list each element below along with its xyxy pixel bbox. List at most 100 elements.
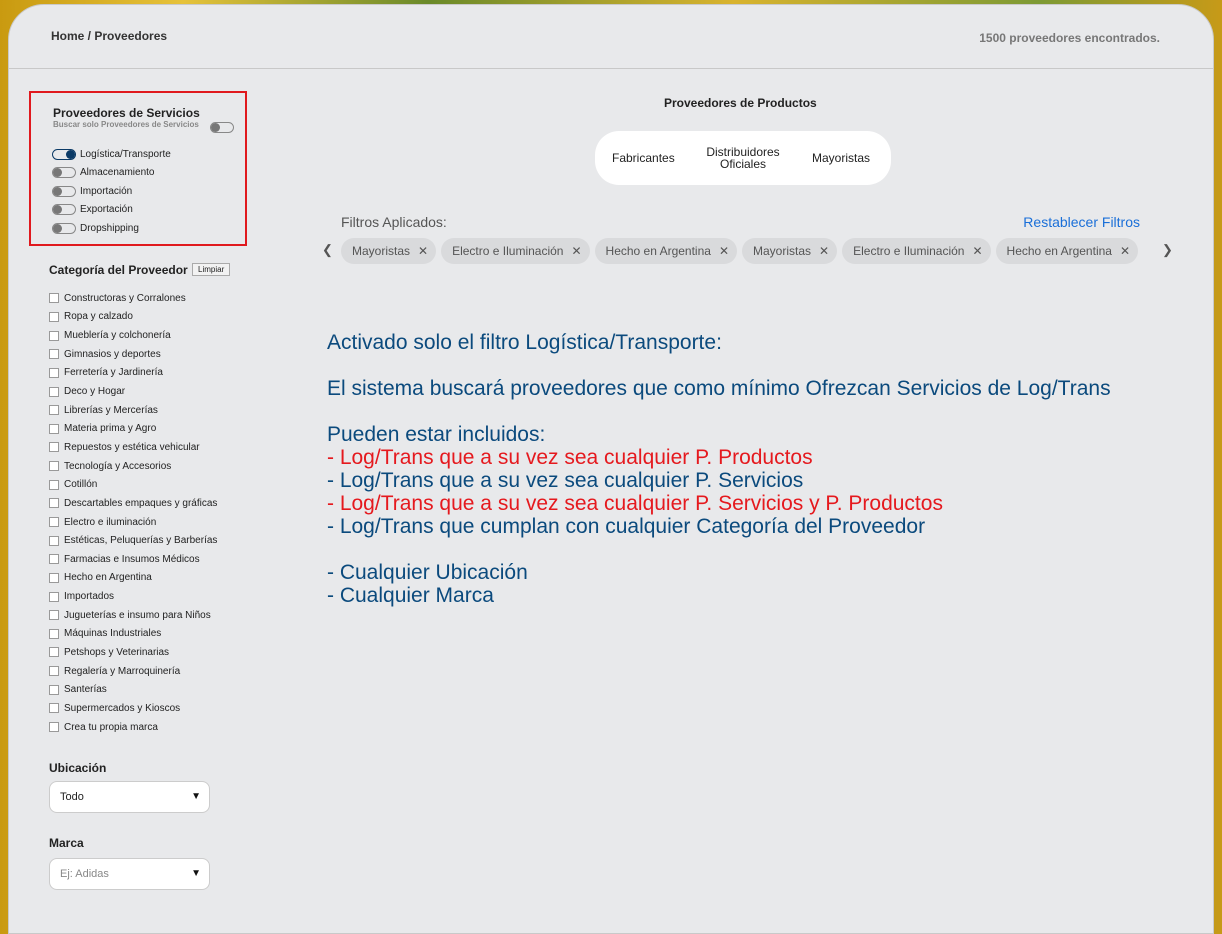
category-checkbox[interactable] bbox=[49, 554, 59, 565]
category-item[interactable]: Máquinas Industriales bbox=[49, 625, 217, 644]
location-title: Ubicación bbox=[49, 761, 107, 775]
category-item[interactable]: Farmacias e Insumos Médicos bbox=[49, 550, 217, 569]
category-checkbox[interactable] bbox=[49, 628, 59, 639]
mayoristas-button[interactable]: Mayoristas bbox=[812, 152, 870, 164]
chevron-right-icon[interactable]: ❯ bbox=[1162, 242, 1173, 258]
breadcrumb-home-link[interactable]: Home bbox=[51, 29, 84, 43]
service-label: Almacenamiento bbox=[80, 167, 155, 179]
category-checkbox[interactable] bbox=[49, 684, 59, 695]
category-item[interactable]: Petshops y Veterinarias bbox=[49, 643, 217, 662]
category-label: Farmacias e Insumos Médicos bbox=[64, 553, 200, 565]
category-item[interactable]: Electro e iluminación bbox=[49, 513, 217, 532]
category-item[interactable]: Supermercados y Kioscos bbox=[49, 699, 217, 718]
category-label: Mueblería y colchonería bbox=[64, 330, 171, 342]
breadcrumb: Home / Proveedores bbox=[51, 29, 167, 43]
category-item[interactable]: Ropa y calzado bbox=[49, 308, 217, 327]
category-checkbox[interactable] bbox=[49, 349, 59, 360]
category-checkbox[interactable] bbox=[49, 517, 59, 527]
category-checkbox[interactable] bbox=[49, 330, 59, 341]
filter-chip-label: Hecho en Argentina bbox=[605, 244, 711, 258]
category-item[interactable]: Mueblería y colchonería bbox=[49, 326, 217, 345]
category-item[interactable]: Jugueterías e insumo para Niños bbox=[49, 606, 217, 625]
category-item[interactable]: Gimnasios y deportes bbox=[49, 345, 217, 364]
filter-chip: Electro e Iluminación ✕ bbox=[842, 238, 991, 264]
services-subtitle: Buscar solo Proveedores de Servicios bbox=[53, 120, 199, 129]
category-item[interactable]: Hecho en Argentina bbox=[49, 569, 217, 588]
category-label: Santerías bbox=[64, 684, 107, 696]
service-label: Importación bbox=[80, 185, 133, 197]
category-label: Crea tu propia marca bbox=[64, 721, 158, 733]
category-item[interactable]: Tecnología y Accesorios bbox=[49, 457, 217, 476]
category-item[interactable]: Regalería y Marroquinería bbox=[49, 662, 217, 681]
category-item[interactable]: Descartables empaques y gráficas bbox=[49, 494, 217, 513]
location-select[interactable]: Todo ▼ bbox=[49, 781, 210, 813]
service-toggle-exportacion[interactable] bbox=[52, 204, 76, 216]
category-checkbox[interactable] bbox=[49, 535, 59, 546]
category-checkbox[interactable] bbox=[49, 703, 59, 714]
chevron-down-icon: ▼ bbox=[191, 868, 201, 879]
category-label: Gimnasios y deportes bbox=[64, 348, 161, 360]
category-item[interactable]: Constructoras y Corralones bbox=[49, 289, 217, 308]
category-item[interactable]: Estéticas, Peluquerías y Barberías bbox=[49, 531, 217, 550]
category-checkbox[interactable] bbox=[49, 498, 59, 509]
category-label: Materia prima y Agro bbox=[64, 423, 157, 435]
category-item[interactable]: Importados bbox=[49, 587, 217, 606]
category-item[interactable]: Repuestos y estética vehicular bbox=[49, 438, 217, 457]
categories-title: Categoría del Proveedor bbox=[49, 263, 188, 277]
clear-categories-button[interactable]: Limpiar bbox=[192, 263, 231, 276]
close-icon[interactable]: ✕ bbox=[972, 244, 982, 258]
category-checkbox[interactable] bbox=[49, 405, 59, 416]
category-label: Supermercados y Kioscos bbox=[64, 702, 181, 714]
services-title: Proveedores de Servicios bbox=[53, 106, 200, 120]
service-item: Dropshipping bbox=[52, 219, 171, 238]
close-icon[interactable]: ✕ bbox=[571, 244, 581, 258]
category-checkbox[interactable] bbox=[49, 311, 59, 322]
only-services-toggle[interactable] bbox=[210, 122, 234, 133]
message-line: - Cualquier Marca bbox=[327, 584, 494, 607]
brand-input[interactable]: Ej: Adidas ▼ bbox=[49, 858, 210, 890]
category-checkbox[interactable] bbox=[49, 479, 59, 490]
category-checkbox[interactable] bbox=[49, 572, 59, 583]
filter-chip: Electro e Iluminación ✕ bbox=[441, 238, 590, 264]
filter-chip-label: Electro e Iluminación bbox=[452, 244, 564, 258]
category-label: Estéticas, Peluquerías y Barberías bbox=[64, 535, 218, 547]
category-item[interactable]: Santerías bbox=[49, 680, 217, 699]
category-item[interactable]: Deco y Hogar bbox=[49, 382, 217, 401]
chevron-left-icon[interactable]: ❮ bbox=[322, 242, 333, 258]
close-icon[interactable]: ✕ bbox=[819, 244, 829, 258]
distribuidores-oficiales-button[interactable]: Distribuidores Oficiales bbox=[705, 146, 781, 170]
category-checkbox[interactable] bbox=[49, 722, 59, 733]
service-toggle-logistica[interactable] bbox=[52, 148, 76, 160]
close-icon[interactable]: ✕ bbox=[1120, 244, 1130, 258]
reset-filters-link[interactable]: Restablecer Filtros bbox=[1023, 214, 1140, 230]
category-checkbox[interactable] bbox=[49, 610, 59, 621]
close-icon[interactable]: ✕ bbox=[418, 244, 428, 258]
toggle-knob bbox=[53, 223, 62, 233]
message-line: El sistema buscará proveedores que como … bbox=[327, 377, 1111, 400]
category-checkbox[interactable] bbox=[49, 367, 59, 378]
category-checkbox[interactable] bbox=[49, 386, 59, 397]
category-checkbox[interactable] bbox=[49, 666, 59, 677]
service-toggle-importacion[interactable] bbox=[52, 185, 76, 197]
services-list: Logística/Transporte Almacenamiento Impo… bbox=[52, 145, 171, 238]
fabricantes-button[interactable]: Fabricantes bbox=[612, 152, 675, 164]
breadcrumb-separator: / bbox=[84, 29, 95, 43]
filter-chip-label: Hecho en Argentina bbox=[1006, 244, 1112, 258]
service-toggle-dropshipping[interactable] bbox=[52, 222, 76, 234]
category-item[interactable]: Ferretería y Jardinería bbox=[49, 364, 217, 383]
main-panel: Home / Proveedores 1500 proveedores enco… bbox=[8, 4, 1214, 934]
filter-chips-carousel: ❮ Mayoristas ✕ Electro e Iluminación ✕ Hec… bbox=[319, 238, 1173, 264]
category-checkbox[interactable] bbox=[49, 423, 59, 434]
category-checkbox[interactable] bbox=[49, 442, 59, 453]
category-item[interactable]: Librerías y Mercerías bbox=[49, 401, 217, 420]
category-item[interactable]: Cotillón bbox=[49, 475, 217, 494]
category-checkbox[interactable] bbox=[49, 293, 59, 304]
category-checkbox[interactable] bbox=[49, 647, 59, 658]
category-item[interactable]: Crea tu propia marca bbox=[49, 718, 217, 737]
category-label: Ropa y calzado bbox=[64, 311, 133, 323]
service-toggle-almacenamiento[interactable] bbox=[52, 167, 76, 179]
category-checkbox[interactable] bbox=[49, 591, 59, 602]
category-item[interactable]: Materia prima y Agro bbox=[49, 419, 217, 438]
close-icon[interactable]: ✕ bbox=[719, 244, 729, 258]
category-checkbox[interactable] bbox=[49, 461, 59, 472]
